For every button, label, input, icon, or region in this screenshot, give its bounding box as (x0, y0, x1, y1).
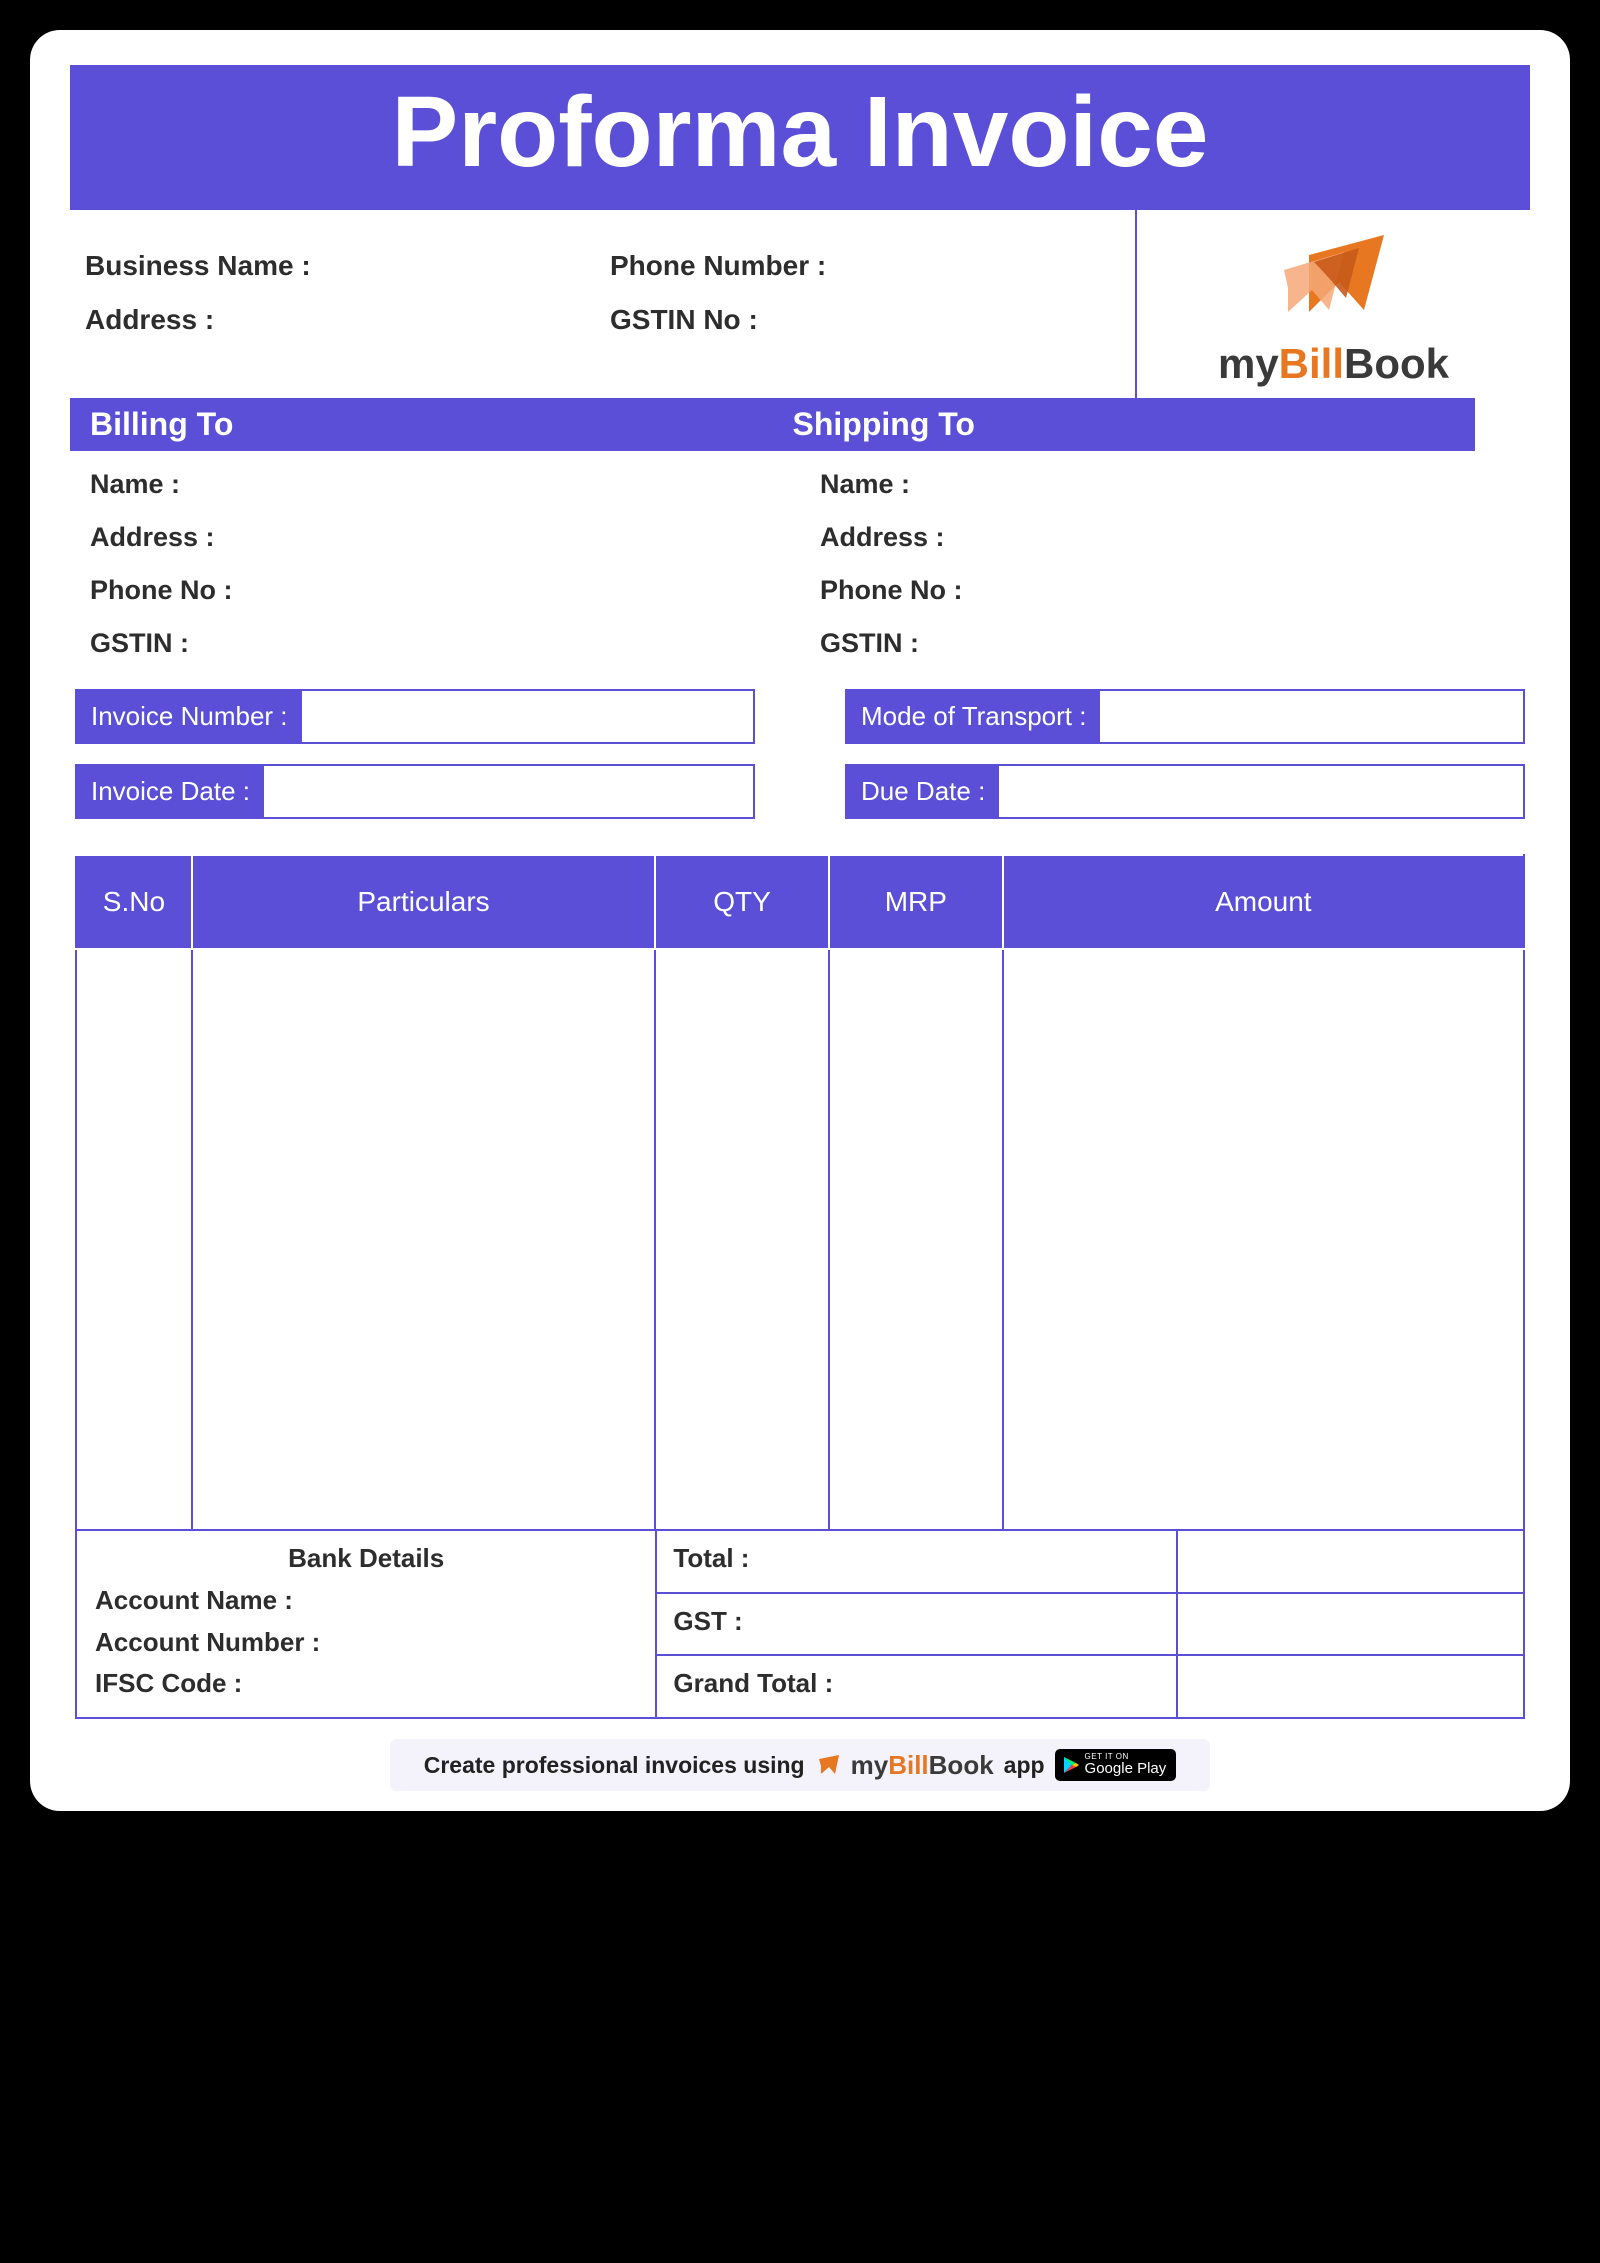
mode-transport-value[interactable] (1100, 691, 1523, 742)
header-amount: Amount (1003, 855, 1524, 949)
arrow-logo-icon (1264, 220, 1404, 340)
invoice-number-field[interactable]: Invoice Number : (75, 689, 755, 744)
business-name-label: Business Name : (85, 250, 610, 282)
gstin-no-label: GSTIN No : (610, 304, 1135, 336)
bill-ship-header: Billing To Shipping To (70, 398, 1475, 451)
grand-total-label: Grand Total : (655, 1656, 1176, 1717)
billing-address-label: Address : (90, 522, 800, 553)
footer-grid: Bank Details Account Name : Account Numb… (75, 1529, 1525, 1719)
arrow-logo-small-icon (815, 1754, 841, 1776)
cell-mrp[interactable] (829, 949, 1003, 1529)
bank-details: Bank Details Account Name : Account Numb… (77, 1531, 655, 1717)
shipping-name-label: Name : (820, 469, 1530, 500)
gplay-big: Google Play (1085, 1761, 1167, 1778)
logo-book: Book (1344, 340, 1449, 387)
meta-row-1: Invoice Number : Mode of Transport : (70, 689, 1530, 744)
google-play-icon (1063, 1756, 1079, 1774)
invoice-date-field[interactable]: Invoice Date : (75, 764, 755, 819)
items-table: S.No Particulars QTY MRP Amount (75, 854, 1525, 1529)
due-date-label: Due Date : (847, 766, 999, 817)
ifsc-code-label: IFSC Code : (95, 1663, 637, 1705)
header-sno: S.No (76, 855, 192, 949)
billing-column: Name : Address : Phone No : GSTIN : (70, 469, 800, 659)
header-row: Business Name : Address : Phone Number :… (70, 210, 1530, 398)
title-bar: Proforma Invoice (70, 65, 1530, 210)
bank-details-heading: Bank Details (95, 1543, 637, 1574)
bill-ship-body: Name : Address : Phone No : GSTIN : Name… (70, 451, 1530, 669)
shipping-to-heading: Shipping To (773, 398, 1476, 451)
shipping-column: Name : Address : Phone No : GSTIN : (800, 469, 1530, 659)
promo-banner: Create professional invoices using myBil… (390, 1739, 1210, 1792)
billing-name-label: Name : (90, 469, 800, 500)
mode-transport-label: Mode of Transport : (847, 691, 1100, 742)
gst-label: GST : (655, 1594, 1176, 1657)
invoice-number-label: Invoice Number : (77, 691, 302, 742)
items-table-wrap: S.No Particulars QTY MRP Amount (70, 854, 1530, 1719)
business-col-right: Phone Number : GSTIN No : (610, 240, 1135, 368)
cell-qty[interactable] (655, 949, 829, 1529)
total-label: Total : (655, 1531, 1176, 1594)
logo-box: myBillBook (1135, 210, 1530, 398)
logo-my: my (1218, 340, 1279, 387)
shipping-phone-label: Phone No : (820, 575, 1530, 606)
google-play-badge[interactable]: GET IT ON Google Play (1055, 1749, 1177, 1782)
promo-prefix: Create professional invoices using (424, 1752, 805, 1779)
phone-number-label: Phone Number : (610, 250, 1135, 282)
header-qty: QTY (655, 855, 829, 949)
business-info: Business Name : Address : Phone Number :… (70, 210, 1135, 398)
business-address-label: Address : (85, 304, 610, 336)
header-mrp: MRP (829, 855, 1003, 949)
invoice-number-value[interactable] (302, 691, 753, 742)
logo-bill: Bill (1279, 340, 1344, 387)
business-col-left: Business Name : Address : (85, 240, 610, 368)
account-name-label: Account Name : (95, 1580, 637, 1622)
header-particulars: Particulars (192, 855, 655, 949)
logo-text: myBillBook (1218, 340, 1449, 388)
invoice-page: Proforma Invoice Business Name : Address… (30, 30, 1570, 1811)
mode-transport-field[interactable]: Mode of Transport : (845, 689, 1525, 744)
cell-particulars[interactable] (192, 949, 655, 1529)
gplay-text: GET IT ON Google Play (1085, 1753, 1167, 1778)
grand-total-value[interactable] (1176, 1656, 1523, 1717)
cell-sno[interactable] (76, 949, 192, 1529)
invoice-date-label: Invoice Date : (77, 766, 264, 817)
meta-row-2: Invoice Date : Due Date : (70, 764, 1530, 819)
due-date-value[interactable] (999, 766, 1523, 817)
billing-phone-label: Phone No : (90, 575, 800, 606)
table-row (76, 949, 1524, 1529)
account-number-label: Account Number : (95, 1622, 637, 1664)
gst-value[interactable] (1176, 1594, 1523, 1657)
due-date-field[interactable]: Due Date : (845, 764, 1525, 819)
billing-gstin-label: GSTIN : (90, 628, 800, 659)
cell-amount[interactable] (1003, 949, 1524, 1529)
billing-to-heading: Billing To (70, 398, 773, 451)
shipping-gstin-label: GSTIN : (820, 628, 1530, 659)
total-value[interactable] (1176, 1531, 1523, 1594)
promo-logo-text: myBillBook (851, 1750, 994, 1781)
invoice-date-value[interactable] (264, 766, 753, 817)
promo-app: app (1004, 1752, 1045, 1779)
shipping-address-label: Address : (820, 522, 1530, 553)
